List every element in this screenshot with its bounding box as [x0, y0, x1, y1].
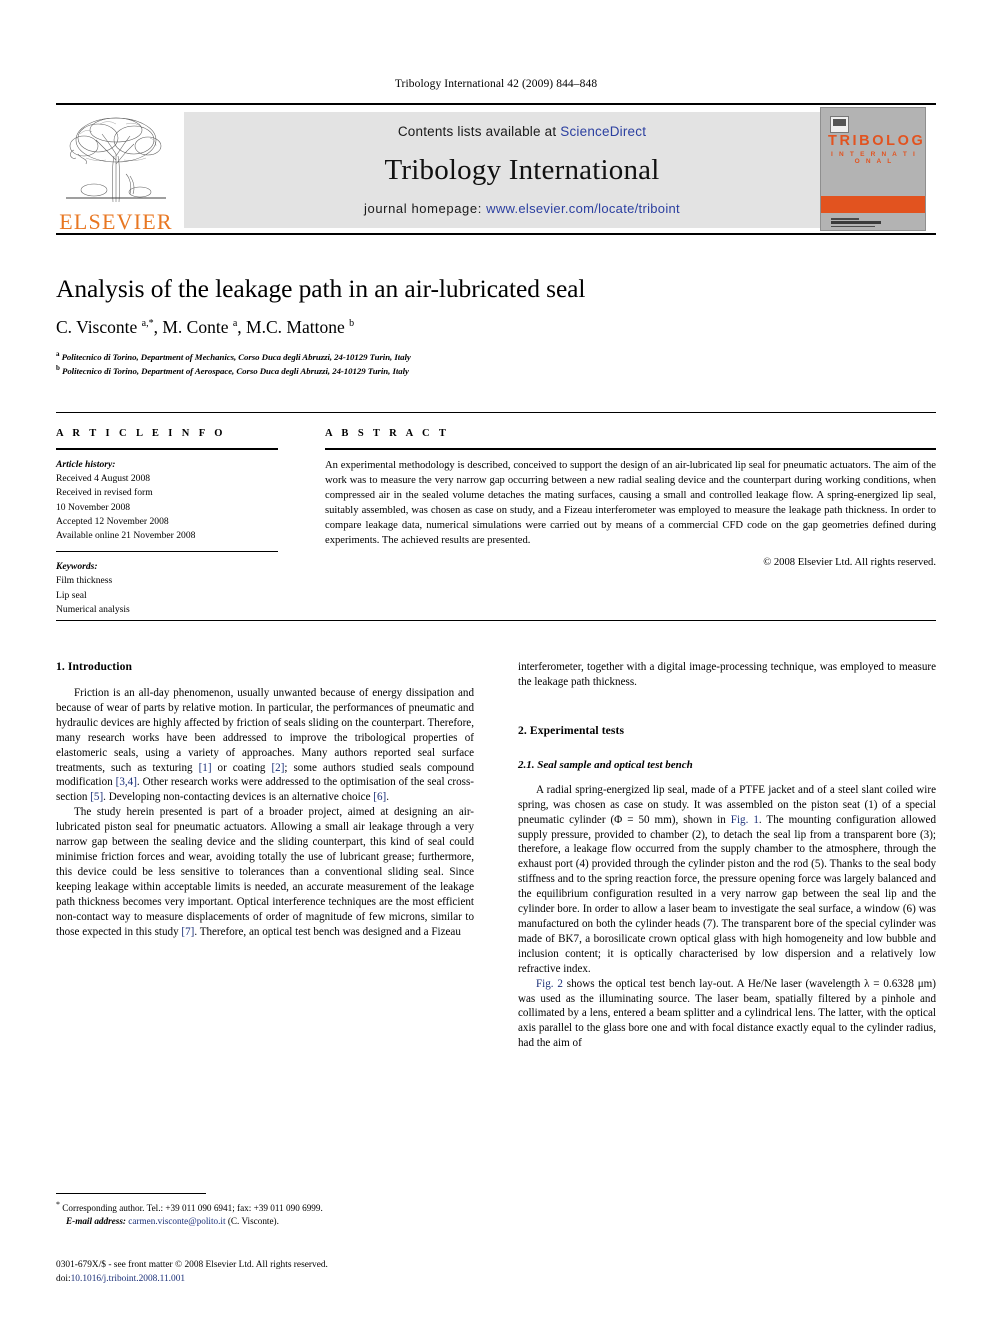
- body-right-column: interferometer, together with a digital …: [518, 660, 936, 1051]
- keywords-label: Keywords:: [56, 560, 98, 572]
- experimental-paragraph-2: Fig. 2 shows the optical test bench lay-…: [518, 977, 936, 1050]
- page-title: Analysis of the leakage path in an air-l…: [56, 274, 586, 303]
- contents-prefix: Contents lists available at: [397, 124, 561, 139]
- article-history-label: Article history:: [56, 458, 116, 470]
- history-item: 10 November 2008: [56, 501, 131, 513]
- email-link[interactable]: carmen.visconte@polito.it: [128, 1216, 225, 1226]
- cover-title-line2: I N T E R N A T I O N A L: [830, 151, 918, 165]
- affiliation-marker-a: a: [56, 349, 60, 358]
- history-item: Received 4 August 2008: [56, 472, 151, 484]
- keyword-item: Numerical analysis: [56, 604, 130, 616]
- title-block: Analysis of the leakage path in an air-l…: [56, 274, 936, 378]
- footnote-separator: [56, 1193, 206, 1194]
- keyword-item: Lip seal: [56, 589, 87, 601]
- email-suffix: (C. Visconte).: [227, 1216, 279, 1227]
- contents-lists-line: Contents lists available at ScienceDirec…: [398, 124, 646, 139]
- history-item: Accepted 12 November 2008: [56, 516, 169, 528]
- abstract-text: An experimental methodology is described…: [325, 459, 936, 546]
- asterisk-marker: *: [56, 1200, 60, 1209]
- sciencedirect-link[interactable]: ScienceDirect: [560, 124, 646, 139]
- email-label: E-mail address:: [66, 1216, 126, 1227]
- doi-line: doi:10.1016/j.triboint.2008.11.001: [56, 1272, 516, 1286]
- doi-link[interactable]: 10.1016/j.triboint.2008.11.001: [71, 1274, 186, 1284]
- elsevier-wordmark: ELSEVIER: [59, 209, 173, 233]
- body-left-column: 1. Introduction Friction is an all-day p…: [56, 660, 474, 939]
- subsection-heading-seal-sample: 2.1. Seal sample and optical test bench: [518, 758, 693, 771]
- history-item: Received in revised form: [56, 487, 153, 499]
- section-heading-experimental-tests: 2. Experimental tests: [518, 723, 625, 737]
- footnote-block: * Corresponding author. Tel.: +39 011 09…: [56, 1199, 474, 1229]
- abstract-heading: A B S T R A C T: [325, 428, 450, 439]
- cover-footer-marks: [831, 218, 891, 227]
- journal-banner: Contents lists available at ScienceDirec…: [184, 112, 860, 228]
- affiliation-a-text: Politecnico di Torino, Department of Mec…: [61, 351, 411, 362]
- doi-label: doi:: [56, 1274, 71, 1285]
- running-head: Tribology International 42 (2009) 844–84…: [394, 78, 598, 90]
- homepage-prefix: journal homepage:: [364, 201, 487, 216]
- journal-title: Tribology International: [384, 153, 660, 186]
- keyword-item: Film thickness: [56, 575, 113, 587]
- article-info-column: A R T I C L E I N F O Article history: R…: [56, 428, 278, 617]
- masthead-bottom-rule: [56, 233, 936, 235]
- cover-publisher-icon: [830, 116, 849, 133]
- affiliation-b: b Politecnico di Torino, Department of A…: [56, 363, 936, 378]
- abstract-rule: [325, 448, 936, 450]
- article-info-rule: [56, 448, 278, 450]
- journal-homepage-link[interactable]: www.elsevier.com/locate/triboint: [486, 201, 680, 216]
- elsevier-tree-icon: [66, 117, 166, 203]
- experimental-paragraph-1: A radial spring-energized lip seal, made…: [518, 783, 936, 975]
- masthead-top-rule: [56, 103, 936, 105]
- intro-paragraph-1: Friction is an all-day phenomenon, usual…: [56, 687, 474, 804]
- elsevier-logo: ELSEVIER: [56, 107, 176, 233]
- issn-front-matter: 0301-679X/$ - see front matter © 2008 El…: [56, 1260, 328, 1270]
- affiliation-b-text: Politecnico di Torino, Department of Aer…: [62, 366, 409, 377]
- section-heading-introduction: 1. Introduction: [56, 660, 133, 673]
- affiliation-marker-b: b: [56, 364, 60, 373]
- info-band-top-rule: [56, 412, 936, 413]
- history-item: Available online 21 November 2008: [56, 530, 196, 542]
- paper-page: Tribology International 42 (2009) 844–84…: [0, 0, 992, 1323]
- affiliation-a: a Politecnico di Torino, Department of M…: [56, 349, 936, 364]
- corresponding-author-note: * Corresponding author. Tel.: +39 011 09…: [56, 1199, 474, 1215]
- email-note: E-mail address: carmen.visconte@polito.i…: [56, 1215, 474, 1228]
- author-list: C. Visconte a,*, M. Conte a, M.C. Matton…: [56, 316, 355, 337]
- journal-masthead: ELSEVIER Contents lists available at Sci…: [56, 103, 936, 235]
- journal-homepage-line: journal homepage: www.elsevier.com/locat…: [364, 201, 680, 216]
- keywords-top-rule: [56, 550, 278, 552]
- cover-accent-band: [821, 196, 925, 213]
- article-info-heading: A R T I C L E I N F O: [56, 428, 226, 439]
- imprint-block: 0301-679X/$ - see front matter © 2008 El…: [56, 1258, 516, 1286]
- journal-cover-thumbnail: TRIBOLOGY I N T E R N A T I O N A L: [820, 107, 926, 231]
- intro-continuation: interferometer, together with a digital …: [518, 661, 936, 688]
- intro-paragraph-2: The study herein presented is part of a …: [56, 806, 474, 938]
- corresponding-author-text: Corresponding author. Tel.: +39 011 090 …: [62, 1203, 323, 1214]
- abstract-copyright: © 2008 Elsevier Ltd. All rights reserved…: [763, 556, 936, 568]
- affiliation-list: a Politecnico di Torino, Department of M…: [56, 349, 936, 378]
- info-band-bottom-rule: [56, 620, 936, 621]
- cover-title-line1: TRIBOLOGY: [828, 133, 926, 149]
- abstract-column: A B S T R A C T An experimental methodol…: [325, 428, 936, 568]
